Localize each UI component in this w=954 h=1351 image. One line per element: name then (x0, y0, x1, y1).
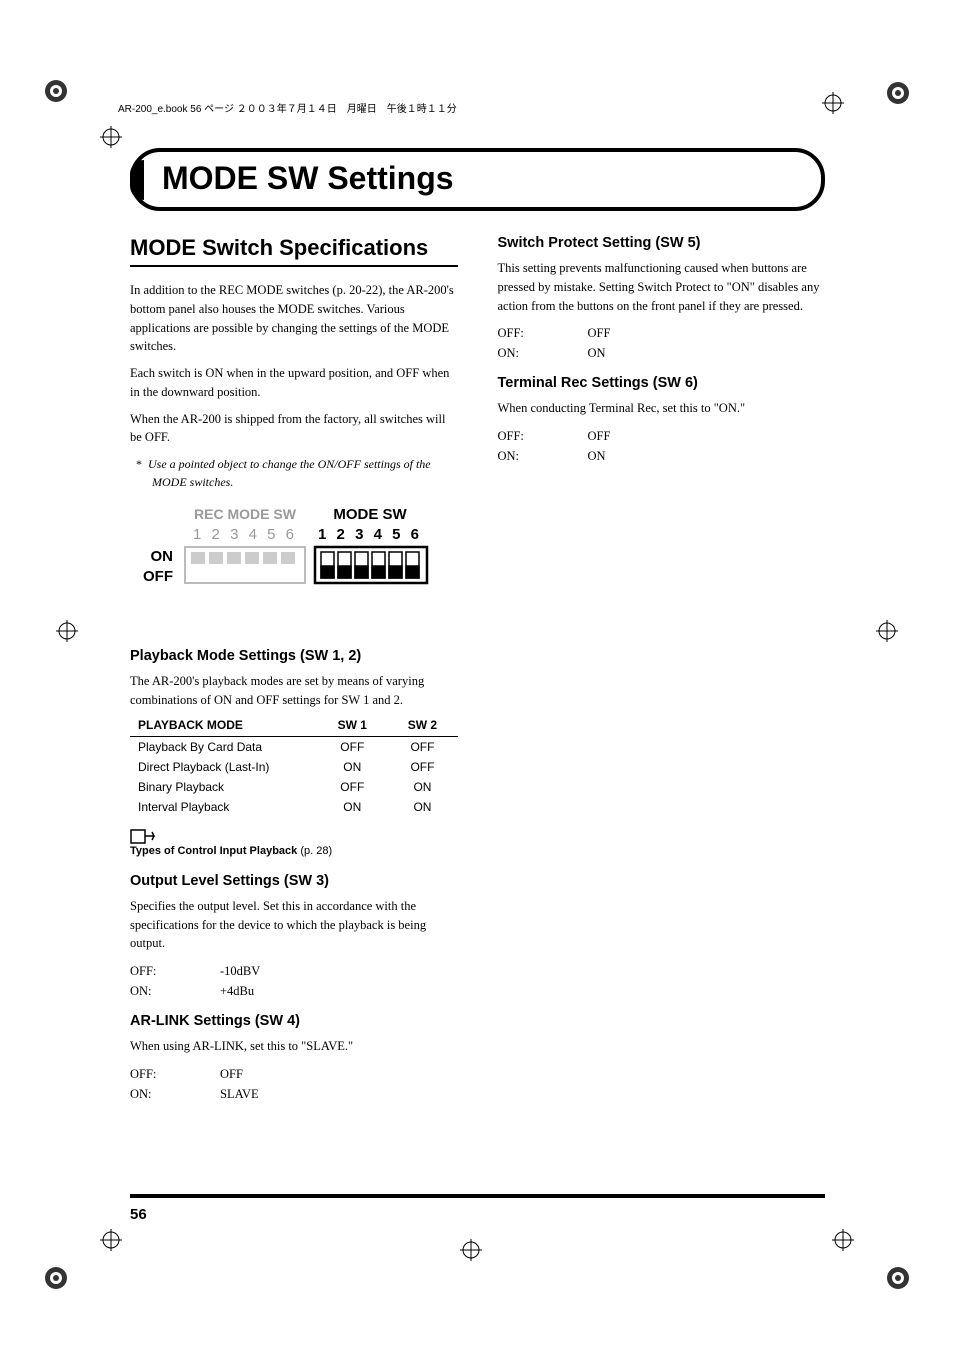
crosshair-icon (876, 620, 898, 642)
table-header-cell: SW 2 (387, 718, 457, 732)
table-row: Playback By Card Data OFF OFF (130, 737, 458, 757)
table-header-cell: PLAYBACK MODE (130, 718, 317, 732)
setting-row: ON:SLAVE (130, 1084, 458, 1104)
diagram-mode-label: MODE SW (333, 506, 407, 523)
table-row: Binary Playback OFF ON (130, 777, 458, 797)
registration-mark-icon (43, 1265, 69, 1291)
crosshair-icon (822, 92, 844, 114)
footnote: *Use a pointed object to change the ON/O… (152, 455, 458, 491)
page-header-text: AR-200_e.book 56 ページ ２００３年７月１４日 月曜日 午後１時… (118, 100, 457, 115)
setting-row: OFF:OFF (130, 1064, 458, 1084)
table-cell: Interval Playback (130, 800, 317, 814)
setting-key: OFF: (130, 1064, 220, 1084)
setting-value: OFF (220, 1064, 243, 1084)
registration-mark-icon (885, 1265, 911, 1291)
page-content: MODE SW Settings MODE Switch Specificati… (130, 130, 825, 1104)
diagram-off-label: OFF (143, 568, 173, 585)
table-cell: Binary Playback (130, 780, 317, 794)
table-header-cell: SW 1 (317, 718, 387, 732)
diagram-on-label: ON (151, 548, 174, 565)
setting-value: ON (588, 343, 606, 363)
main-title: MODE SW Settings (162, 160, 793, 197)
body-paragraph: When conducting Terminal Rec, set this t… (498, 399, 826, 418)
subsection-title: Terminal Rec Settings (SW 6) (498, 375, 826, 391)
section-title: MODE Switch Specifications (130, 235, 458, 267)
body-paragraph: Specifies the output level. Set this in … (130, 897, 458, 953)
setting-row: OFF:OFF (498, 323, 826, 343)
right-column: Switch Protect Setting (SW 5) This setti… (498, 235, 826, 1104)
registration-mark-icon (885, 80, 911, 106)
setting-key: OFF: (498, 426, 588, 446)
cross-reference: Types of Control Input Playback (p. 28) (130, 845, 458, 857)
table-row: Direct Playback (Last-In) ON OFF (130, 757, 458, 777)
switch-diagram: REC MODE SW MODE SW 1 2 3 4 5 6 1 2 3 4 … (130, 505, 458, 610)
table-cell: ON (317, 800, 387, 814)
table-cell: Playback By Card Data (130, 740, 317, 754)
setting-value: OFF (588, 323, 611, 343)
left-column: MODE Switch Specifications In addition t… (130, 235, 458, 1104)
subsection-title: Output Level Settings (SW 3) (130, 873, 458, 889)
setting-row: OFF:-10dBV (130, 961, 458, 981)
setting-row: OFF:OFF (498, 426, 826, 446)
crosshair-icon (56, 620, 78, 642)
note-body: Use a pointed object to change the ON/OF… (148, 457, 431, 489)
subsection-title: Switch Protect Setting (SW 5) (498, 235, 826, 251)
title-box: MODE SW Settings (130, 148, 825, 211)
setting-key: OFF: (498, 323, 588, 343)
setting-key: ON: (498, 343, 588, 363)
setting-value: OFF (588, 426, 611, 446)
body-paragraph: Each switch is ON when in the upward pos… (130, 364, 458, 402)
table-cell: OFF (317, 780, 387, 794)
setting-value: ON (588, 446, 606, 466)
body-paragraph: In addition to the REC MODE switches (p.… (130, 281, 458, 356)
setting-row: ON:ON (498, 446, 826, 466)
table-row: Interval Playback ON ON (130, 797, 458, 817)
setting-row: ON:+4dBu (130, 981, 458, 1001)
diagram-numbers: 1 2 3 4 5 6 (193, 526, 297, 543)
body-paragraph: This setting prevents malfunctioning cau… (498, 259, 826, 315)
crosshair-icon (460, 1239, 482, 1261)
pointing-hand-icon (130, 827, 158, 845)
setting-key: OFF: (130, 961, 220, 981)
page-number: 56 (130, 1194, 825, 1223)
setting-key: ON: (498, 446, 588, 466)
setting-key: ON: (130, 981, 220, 1001)
setting-key: ON: (130, 1084, 220, 1104)
body-paragraph: When using AR-LINK, set this to "SLAVE." (130, 1037, 458, 1056)
playback-mode-table: PLAYBACK MODE SW 1 SW 2 Playback By Card… (130, 718, 458, 817)
diagram-numbers: 1 2 3 4 5 6 (318, 526, 422, 543)
setting-value: SLAVE (220, 1084, 259, 1104)
diagram-rec-label: REC MODE SW (194, 506, 297, 522)
table-header: PLAYBACK MODE SW 1 SW 2 (130, 718, 458, 737)
setting-value: -10dBV (220, 961, 260, 981)
crosshair-icon (100, 126, 122, 148)
subsection-title: AR-LINK Settings (SW 4) (130, 1013, 458, 1029)
table-cell: ON (317, 760, 387, 774)
table-cell: OFF (317, 740, 387, 754)
crosshair-icon (100, 1229, 122, 1251)
body-paragraph: When the AR-200 is shipped from the fact… (130, 410, 458, 448)
setting-row: ON:ON (498, 343, 826, 363)
table-cell: ON (387, 800, 457, 814)
ref-label: Types of Control Input Playback (130, 845, 297, 857)
table-cell: OFF (387, 760, 457, 774)
table-cell: ON (387, 780, 457, 794)
subsection-title: Playback Mode Settings (SW 1, 2) (130, 648, 458, 664)
table-cell: OFF (387, 740, 457, 754)
setting-value: +4dBu (220, 981, 254, 1001)
ref-page: (p. 28) (300, 845, 332, 857)
table-cell: Direct Playback (Last-In) (130, 760, 317, 774)
registration-mark-icon (43, 78, 69, 104)
body-paragraph: The AR-200's playback modes are set by m… (130, 672, 458, 710)
crosshair-icon (832, 1229, 854, 1251)
